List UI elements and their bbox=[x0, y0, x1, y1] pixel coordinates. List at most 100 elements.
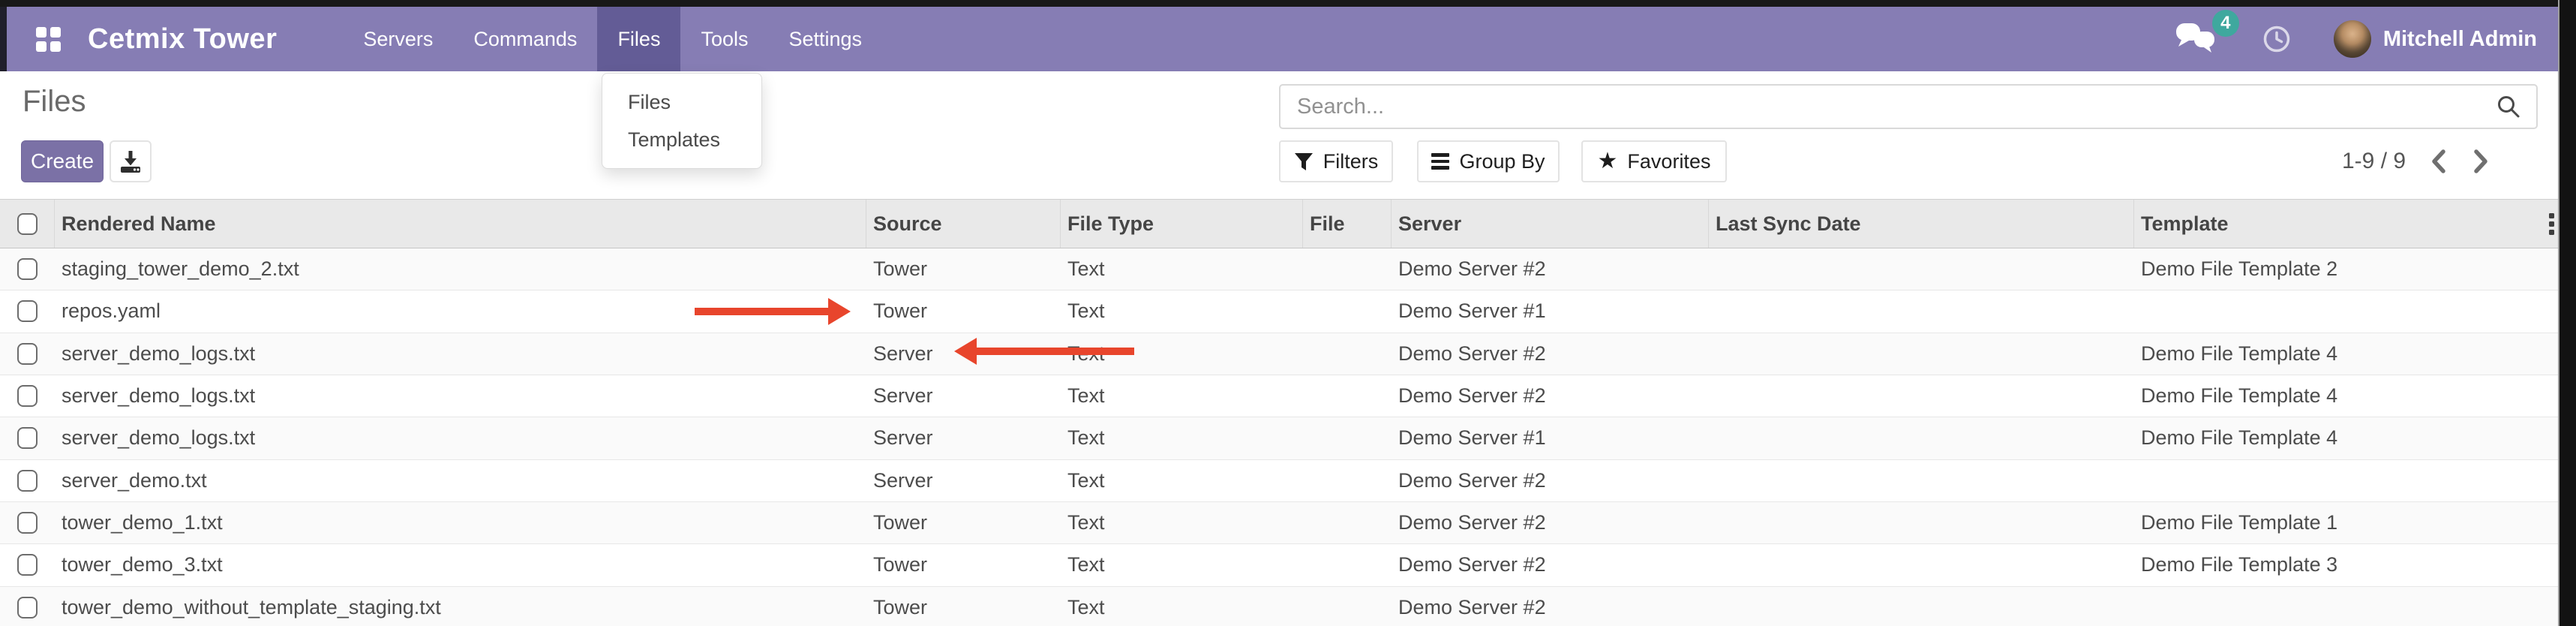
cell-rendered-name: server_demo_logs.txt bbox=[55, 426, 866, 450]
row-checkbox[interactable] bbox=[17, 258, 38, 280]
row-checkbox-cell bbox=[0, 258, 55, 280]
cell-server: Demo Server #2 bbox=[1392, 257, 1709, 281]
favorites-label: Favorites bbox=[1627, 150, 1710, 173]
screenshot-right-edge bbox=[2558, 0, 2576, 626]
table-row[interactable]: repos.yaml Tower Text Demo Server #1 bbox=[0, 290, 2559, 333]
table-body: staging_tower_demo_2.txt Tower Text Demo… bbox=[0, 248, 2559, 626]
files-dropdown-menu: Files Templates bbox=[602, 73, 762, 169]
row-checkbox-cell bbox=[0, 385, 55, 407]
chat-bubbles-icon bbox=[2175, 22, 2217, 53]
dropdown-item-files[interactable]: Files bbox=[602, 83, 761, 121]
search-icon[interactable] bbox=[2496, 94, 2521, 119]
cell-rendered-name: tower_demo_without_template_staging.txt bbox=[55, 596, 866, 619]
row-checkbox-cell bbox=[0, 597, 55, 618]
cell-server: Demo Server #2 bbox=[1392, 384, 1709, 408]
menu-item-files[interactable]: Files bbox=[597, 7, 680, 71]
pager-previous-icon[interactable] bbox=[2430, 149, 2448, 174]
filters-label: Filters bbox=[1323, 150, 1379, 173]
table-row[interactable]: server_demo.txt Server Text Demo Server … bbox=[0, 460, 2559, 502]
download-icon bbox=[118, 149, 143, 174]
group-by-button[interactable]: Group By bbox=[1417, 140, 1560, 182]
row-checkbox-cell bbox=[0, 470, 55, 492]
cell-file-type: Text bbox=[1061, 511, 1303, 534]
page-title: Files bbox=[23, 85, 86, 119]
cell-server: Demo Server #2 bbox=[1392, 553, 1709, 576]
create-button[interactable]: Create bbox=[21, 140, 104, 182]
brand-title: Cetmix Tower bbox=[88, 23, 277, 56]
table-header-row: Rendered Name Source File Type File Serv… bbox=[0, 199, 2559, 248]
funnel-icon bbox=[1294, 152, 1314, 171]
annotation-arrow-right-head bbox=[828, 298, 851, 325]
column-header-rendered-name[interactable]: Rendered Name bbox=[55, 200, 866, 248]
select-all-cell bbox=[0, 200, 55, 248]
row-checkbox[interactable] bbox=[17, 343, 38, 365]
menu-item-settings[interactable]: Settings bbox=[768, 7, 882, 71]
table-row[interactable]: server_demo_logs.txt Server Text Demo Se… bbox=[0, 375, 2559, 417]
export-button[interactable] bbox=[110, 140, 152, 182]
navbar-right: 4 Mitchell Admin bbox=[2175, 20, 2559, 58]
cell-template: Demo File Template 4 bbox=[2134, 384, 2543, 408]
menu-item-servers[interactable]: Servers bbox=[343, 7, 453, 71]
cell-source: Server bbox=[866, 469, 1061, 492]
app-window: Cetmix Tower Servers Commands Files Tool… bbox=[0, 0, 2576, 626]
row-checkbox[interactable] bbox=[17, 554, 38, 576]
row-checkbox[interactable] bbox=[17, 512, 38, 534]
cell-source: Tower bbox=[866, 511, 1061, 534]
column-header-last-sync-date[interactable]: Last Sync Date bbox=[1709, 200, 2134, 248]
user-avatar[interactable] bbox=[2334, 20, 2371, 58]
search-input[interactable] bbox=[1296, 94, 2496, 120]
cell-rendered-name: tower_demo_3.txt bbox=[55, 553, 866, 576]
column-header-source[interactable]: Source bbox=[866, 200, 1061, 248]
row-checkbox-cell bbox=[0, 512, 55, 534]
table-row[interactable]: tower_demo_1.txt Tower Text Demo Server … bbox=[0, 502, 2559, 544]
favorites-button[interactable]: ★ Favorites bbox=[1581, 140, 1727, 182]
files-list-view: Rendered Name Source File Type File Serv… bbox=[0, 199, 2559, 626]
filters-button[interactable]: Filters bbox=[1279, 140, 1393, 182]
select-all-checkbox[interactable] bbox=[17, 213, 38, 235]
annotation-arrow-right-shaft bbox=[695, 308, 828, 315]
table-row[interactable]: tower_demo_3.txt Tower Text Demo Server … bbox=[0, 544, 2559, 586]
optional-columns-toggle-icon[interactable] bbox=[2549, 200, 2554, 248]
cell-source: Tower bbox=[866, 596, 1061, 619]
dropdown-item-templates[interactable]: Templates bbox=[602, 121, 761, 158]
table-row[interactable]: tower_demo_without_template_staging.txt … bbox=[0, 587, 2559, 626]
top-navbar: Cetmix Tower Servers Commands Files Tool… bbox=[0, 7, 2559, 71]
cell-source: Server bbox=[866, 426, 1061, 450]
pager-next-icon[interactable] bbox=[2472, 149, 2490, 174]
activities-button[interactable] bbox=[2262, 24, 2292, 54]
cell-rendered-name: server_demo.txt bbox=[55, 469, 866, 492]
row-checkbox[interactable] bbox=[17, 300, 38, 322]
cell-template: Demo File Template 2 bbox=[2134, 257, 2543, 281]
cell-template: Demo File Template 4 bbox=[2134, 426, 2543, 450]
cell-server: Demo Server #2 bbox=[1392, 596, 1709, 619]
search-bar bbox=[1279, 84, 2538, 129]
cell-template: Demo File Template 4 bbox=[2134, 342, 2543, 366]
column-header-file-type[interactable]: File Type bbox=[1061, 200, 1303, 248]
row-checkbox[interactable] bbox=[17, 427, 38, 449]
cell-rendered-name: server_demo_logs.txt bbox=[55, 342, 866, 366]
cell-rendered-name: staging_tower_demo_2.txt bbox=[55, 257, 866, 281]
column-header-file[interactable]: File bbox=[1303, 200, 1392, 248]
column-header-server[interactable]: Server bbox=[1392, 200, 1709, 248]
table-row[interactable]: staging_tower_demo_2.txt Tower Text Demo… bbox=[0, 248, 2559, 290]
row-checkbox-cell bbox=[0, 300, 55, 322]
menu-item-commands[interactable]: Commands bbox=[453, 7, 597, 71]
column-header-template[interactable]: Template bbox=[2134, 200, 2543, 248]
cell-file-type: Text bbox=[1061, 384, 1303, 408]
row-checkbox[interactable] bbox=[17, 385, 38, 407]
row-checkbox[interactable] bbox=[17, 470, 38, 492]
messages-button[interactable]: 4 bbox=[2175, 22, 2217, 57]
table-row[interactable]: server_demo_logs.txt Server Text Demo Se… bbox=[0, 417, 2559, 459]
cell-server: Demo Server #2 bbox=[1392, 511, 1709, 534]
table-row[interactable]: server_demo_logs.txt Server Text Demo Se… bbox=[0, 333, 2559, 375]
cell-file-type: Text bbox=[1061, 299, 1303, 323]
cell-server: Demo Server #2 bbox=[1392, 342, 1709, 366]
user-menu[interactable]: Mitchell Admin bbox=[2383, 27, 2537, 52]
cell-rendered-name: server_demo_logs.txt bbox=[55, 384, 866, 408]
apps-grid-icon[interactable] bbox=[36, 27, 61, 52]
clock-icon bbox=[2262, 24, 2292, 54]
cell-server: Demo Server #1 bbox=[1392, 299, 1709, 323]
pager-range: 1-9 / 9 bbox=[2342, 149, 2406, 174]
row-checkbox[interactable] bbox=[17, 597, 38, 618]
menu-item-tools[interactable]: Tools bbox=[680, 7, 768, 71]
